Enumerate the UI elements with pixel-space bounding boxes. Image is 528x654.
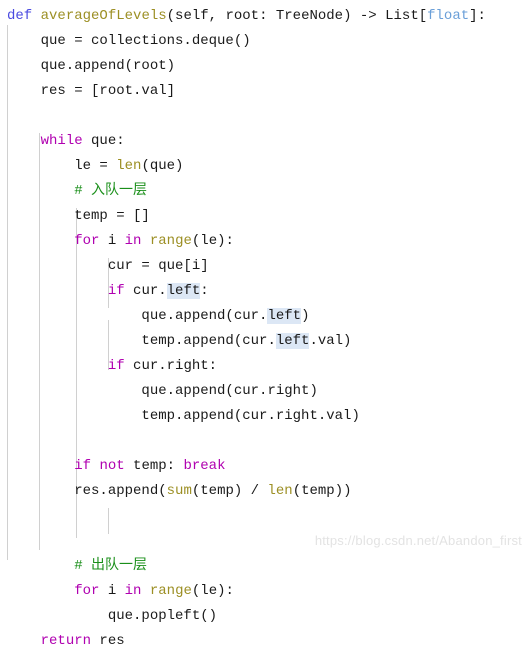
code-line-20[interactable]: res.append(sum(temp) / len(temp)) [0, 479, 528, 504]
token-keyword-break: break [183, 458, 226, 474]
token-builtin-len: len [116, 158, 142, 174]
code-line-24[interactable]: for i in range(le): [0, 579, 528, 604]
code-line-21-blank[interactable] [0, 504, 528, 529]
code-line-15[interactable]: if cur.right: [0, 354, 528, 379]
code-line-4[interactable]: res = [root.val] [0, 79, 528, 104]
token-keyword-while: while [40, 133, 83, 149]
token-occurrence-left: left [267, 308, 302, 324]
code-block[interactable]: def averageOfLevels(self, root: TreeNode… [0, 0, 528, 654]
code-line-14[interactable]: temp.append(cur.left.val) [0, 329, 528, 354]
code-editor[interactable]: def averageOfLevels(self, root: TreeNode… [0, 0, 528, 649]
code-line-8[interactable]: # 入队一层 [0, 179, 528, 204]
code-line-9[interactable]: temp = [] [0, 204, 528, 229]
code-line-25[interactable]: que.popleft() [0, 604, 528, 629]
code-line-12[interactable]: if cur.left: [0, 279, 528, 304]
code-line-26[interactable]: return res [0, 629, 528, 654]
token-builtin-sum: sum [166, 483, 192, 499]
code-line-7[interactable]: le = len(que) [0, 154, 528, 179]
code-line-3[interactable]: que.append(root) [0, 54, 528, 79]
token-occurrence-left: left [275, 333, 310, 349]
code-line-19[interactable]: if not temp: break [0, 454, 528, 479]
token-keyword-in: in [124, 233, 142, 249]
token-keyword-if: if [107, 283, 125, 299]
csdn-watermark: https://blog.csdn.net/Abandon_first [314, 533, 522, 548]
token-keyword-in: in [124, 583, 142, 599]
token-keyword-def: def [7, 8, 33, 24]
code-line-10[interactable]: for i in range(le): [0, 229, 528, 254]
token-type-float: float [427, 8, 470, 24]
token-comment-dequeue: # 出队一层 [74, 558, 148, 574]
token-builtin-len: len [267, 483, 293, 499]
code-line-13[interactable]: que.append(cur.left) [0, 304, 528, 329]
token-keyword-if: if [74, 458, 92, 474]
token-keyword-return: return [40, 633, 92, 649]
code-line-17[interactable]: temp.append(cur.right.val) [0, 404, 528, 429]
token-keyword-for: for [74, 583, 100, 599]
token-builtin-range: range [149, 233, 192, 249]
token-function-name: averageOfLevels [40, 8, 167, 24]
token-type-treenode: TreeNode [275, 8, 344, 24]
code-line-16[interactable]: que.append(cur.right) [0, 379, 528, 404]
token-builtin-range: range [149, 583, 192, 599]
code-line-1[interactable]: def averageOfLevels(self, root: TreeNode… [0, 4, 528, 29]
token-keyword-not: not [99, 458, 125, 474]
code-line-6[interactable]: while que: [0, 129, 528, 154]
token-comment-enqueue: # 入队一层 [74, 183, 148, 199]
token-occurrence-left: left [166, 283, 201, 299]
token-keyword-if: if [107, 358, 125, 374]
token-type-list: List [385, 8, 419, 24]
code-line-5-blank[interactable] [0, 104, 528, 129]
code-line-2[interactable]: que = collections.deque() [0, 29, 528, 54]
code-line-18-blank[interactable] [0, 429, 528, 454]
code-line-11[interactable]: cur = que[i] [0, 254, 528, 279]
token-keyword-for: for [74, 233, 100, 249]
code-line-23[interactable]: # 出队一层 [0, 554, 528, 579]
